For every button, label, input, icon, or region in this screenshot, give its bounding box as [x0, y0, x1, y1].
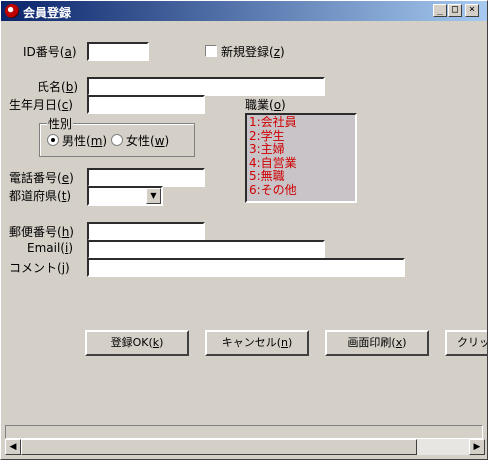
new-registration-checkbox[interactable]: [205, 45, 217, 57]
phone-input[interactable]: [87, 168, 205, 187]
register-ok-button[interactable]: 登録OK(k): [85, 330, 189, 356]
new-registration-label[interactable]: 新規登録(z): [221, 43, 285, 60]
status-bar: [5, 425, 483, 439]
maximize-button[interactable]: □: [448, 4, 462, 17]
prefecture-label: 都道府県(t): [9, 189, 72, 203]
birthdate-input[interactable]: [87, 95, 205, 114]
app-window: 会員登録 _ □ × ID番号(a) 新規登録(z) 氏名(b) 生年月日(c)…: [0, 0, 488, 460]
scroll-left-icon[interactable]: ◀: [5, 439, 21, 455]
cancel-button[interactable]: キャンセル(n): [205, 330, 309, 356]
occupation-item[interactable]: 3:主婦: [247, 142, 355, 157]
app-logo-icon: [5, 4, 19, 18]
female-label[interactable]: 女性(w): [126, 132, 169, 149]
male-radio[interactable]: [47, 134, 59, 146]
occupation-item[interactable]: 4:自営業: [247, 156, 355, 171]
name-label: 氏名(b): [37, 80, 78, 94]
minimize-button[interactable]: _: [433, 4, 447, 17]
gender-group-label: 性別: [47, 115, 74, 132]
female-radio[interactable]: [111, 134, 123, 146]
horizontal-scrollbar[interactable]: ◀ ▶: [5, 439, 485, 455]
male-label[interactable]: 男性(m): [62, 132, 107, 149]
email-input[interactable]: [87, 240, 325, 259]
phone-label: 電話番号(e): [9, 171, 74, 185]
id-input[interactable]: [87, 42, 149, 61]
occupation-item[interactable]: 1:会社員: [247, 115, 355, 130]
name-input[interactable]: [87, 77, 325, 96]
title-bar[interactable]: 会員登録 _ □ ×: [1, 1, 487, 21]
occupation-item[interactable]: 6:その他: [247, 183, 355, 198]
dropdown-arrow-icon[interactable]: ▼: [146, 188, 161, 204]
birthdate-label: 生年月日(c): [9, 98, 73, 112]
prefecture-select[interactable]: ▼: [87, 186, 163, 206]
occupation-label: 職業(o): [245, 98, 286, 112]
print-screen-button[interactable]: 画面印刷(x): [325, 330, 429, 356]
occupation-listbox[interactable]: 1:会社員 2:学生 3:主婦 4:自営業 5:無職 6:その他: [245, 113, 357, 203]
comment-label: コメント(j): [9, 261, 70, 275]
clear-button[interactable]: クリッ: [445, 330, 487, 356]
comment-input[interactable]: [87, 258, 405, 277]
scroll-thumb[interactable]: [21, 439, 417, 455]
occupation-item[interactable]: 2:学生: [247, 129, 355, 144]
window-title: 会員登録: [23, 6, 72, 20]
close-button[interactable]: ×: [465, 4, 479, 17]
zip-input[interactable]: [87, 222, 205, 241]
zip-label: 郵便番号(h): [9, 225, 74, 239]
scroll-right-icon[interactable]: ▶: [469, 439, 485, 455]
email-label: Email(i): [27, 241, 74, 255]
occupation-item[interactable]: 5:無職: [247, 169, 355, 184]
id-label: ID番号(a): [23, 45, 77, 59]
